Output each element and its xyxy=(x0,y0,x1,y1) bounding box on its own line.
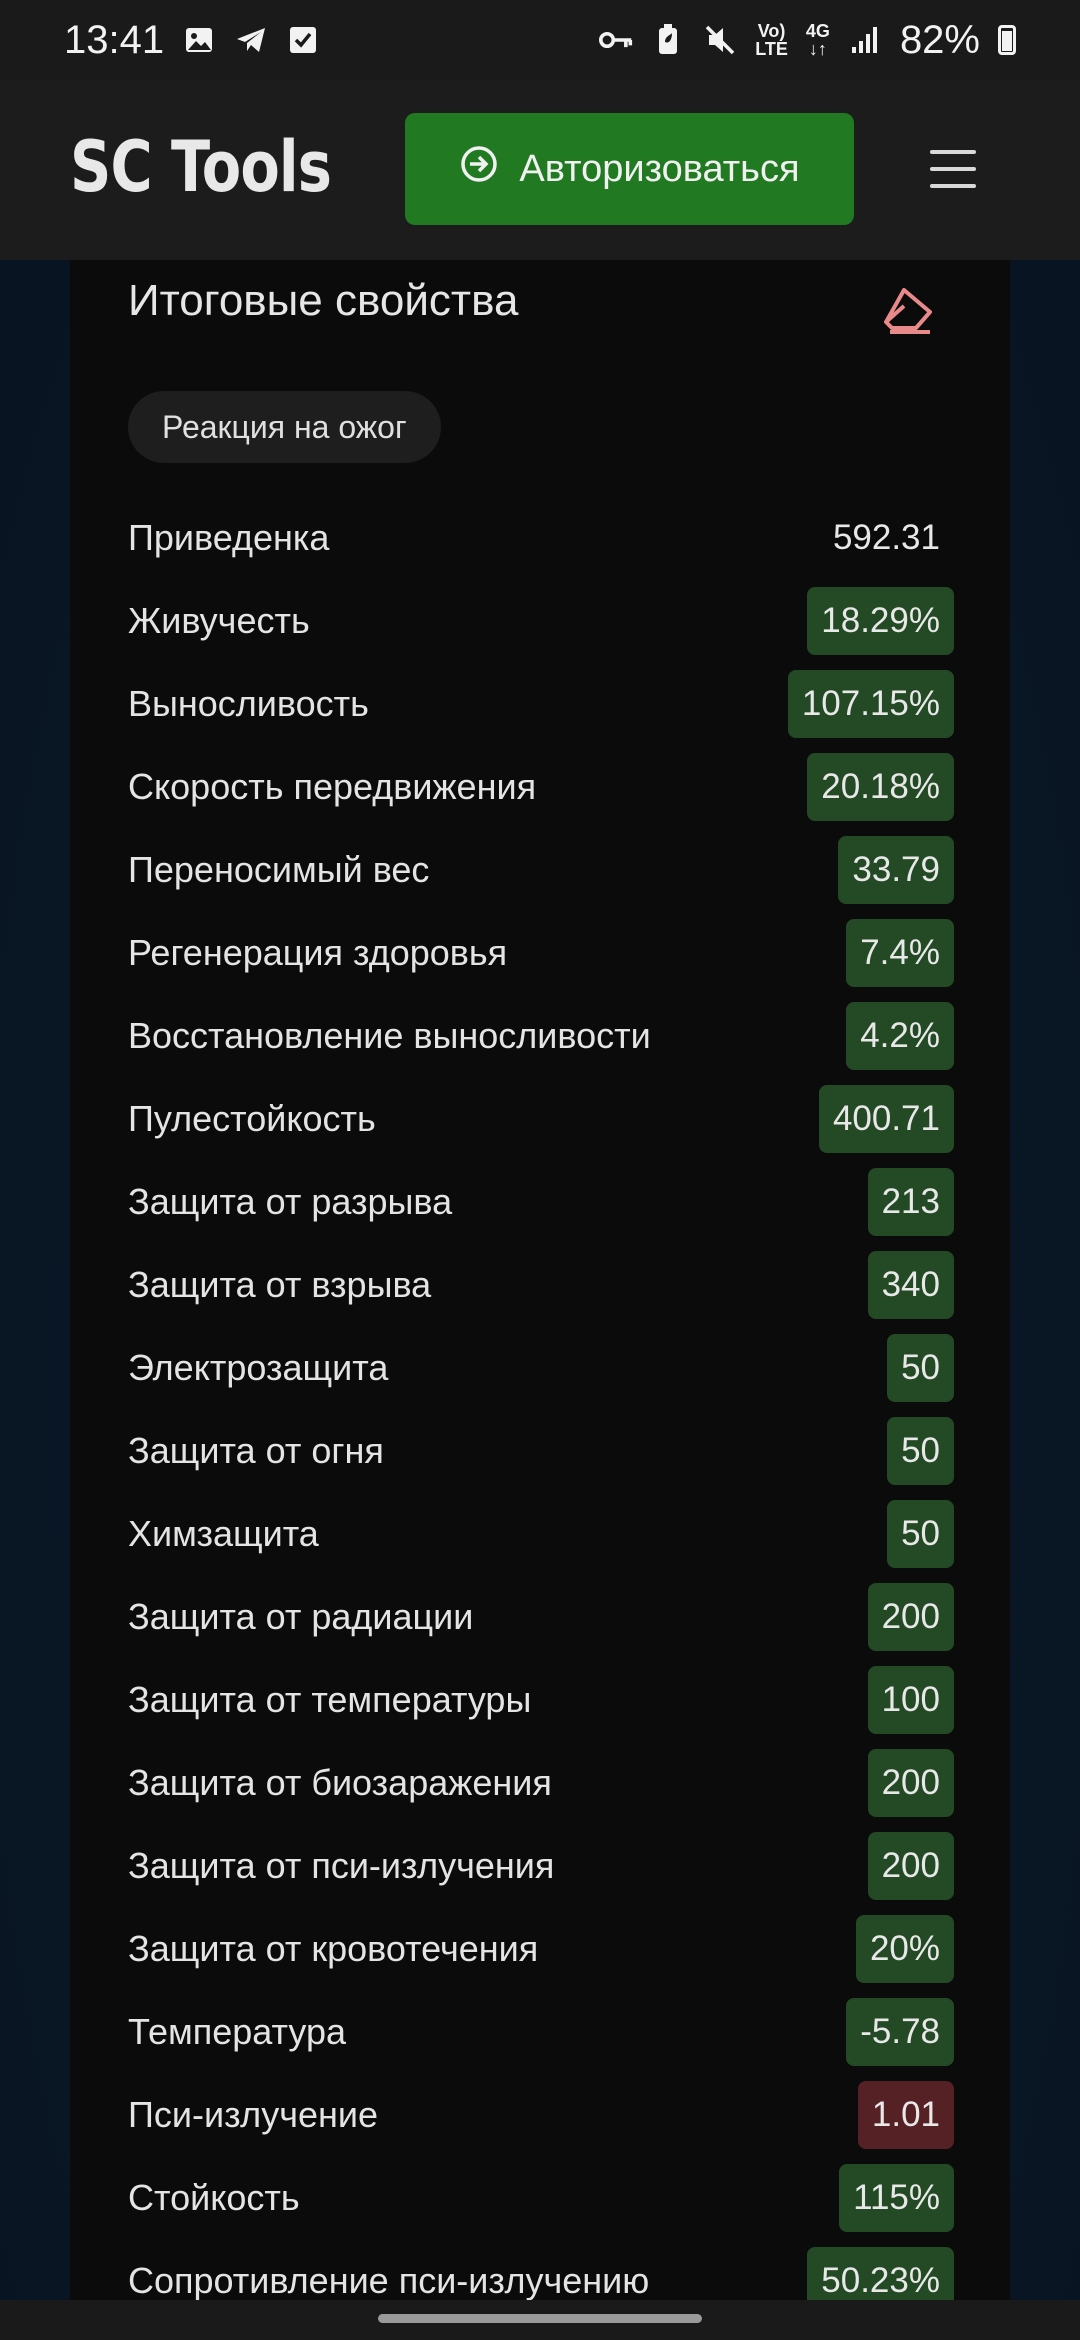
stat-row: Защита от температуры 100 xyxy=(128,1658,954,1741)
stat-label: Защита от взрыва xyxy=(128,1263,432,1305)
status-bar-right: Vo) LTE 4G ↓↑ 82% xyxy=(599,18,1016,63)
network-type-label: 4G xyxy=(805,21,830,41)
data-arrows-icon: ↓↑ xyxy=(808,39,827,59)
burn-reaction-chip[interactable]: Реакция на ожог xyxy=(128,391,441,463)
stat-row: Выносливость 107.15% xyxy=(128,662,954,745)
stat-row: Химзащита 50 xyxy=(128,1492,954,1575)
volte-bottom: LTE xyxy=(755,39,788,59)
stat-value: 400.71 xyxy=(818,1084,954,1153)
volte-indicator: Vo) LTE xyxy=(755,22,788,58)
stat-label: Выносливость xyxy=(128,682,369,724)
volte-top: Vo) xyxy=(757,21,786,41)
stat-value: 200 xyxy=(867,1748,954,1817)
stat-label: Живучесть xyxy=(128,599,310,641)
stat-row: Стойкость 115% xyxy=(128,2156,954,2239)
checkbox-notification-icon xyxy=(286,23,320,57)
stat-row: Пси-излучение 1.01 xyxy=(128,2073,954,2156)
stat-label: Восстановление выносливости xyxy=(128,1014,651,1056)
stat-label: Скорость передвижения xyxy=(128,765,537,807)
stat-label: Защита от пси-излучения xyxy=(128,1844,555,1886)
clock: 13:41 xyxy=(64,17,165,62)
login-icon xyxy=(459,144,499,194)
stat-value: 20% xyxy=(855,1914,954,1983)
menu-icon[interactable] xyxy=(930,150,976,188)
stat-row: Приведенка 592.31 xyxy=(128,496,954,579)
stat-value: 1.01 xyxy=(857,2080,954,2149)
stat-label: Пси-излучение xyxy=(128,2093,378,2135)
stat-value: 107.15% xyxy=(787,669,954,738)
navigation-bar xyxy=(0,2300,1080,2340)
summary-panel: Итоговые свойства Реакция на ожог Привед… xyxy=(70,260,1010,2315)
stat-value: 7.4% xyxy=(846,918,954,987)
stat-label: Защита от биозаражения xyxy=(128,1761,552,1803)
stat-row: Восстановление выносливости 4.2% xyxy=(128,994,954,1077)
stat-row: Защита от пси-излучения 200 xyxy=(128,1824,954,1907)
key-icon xyxy=(599,23,633,57)
stat-row: Защита от кровотечения 20% xyxy=(128,1907,954,1990)
network-type: 4G ↓↑ xyxy=(806,22,830,58)
login-button-label: Авторизоваться xyxy=(519,147,800,190)
stat-label: Защита от огня xyxy=(128,1429,384,1471)
status-bar: 13:41 Vo) LTE 4G ↓↑ 82% xyxy=(0,0,1080,80)
stat-row: Переносимый вес 33.79 xyxy=(128,828,954,911)
stat-value: 33.79 xyxy=(838,835,954,904)
stat-label: Защита от температуры xyxy=(128,1678,532,1720)
stat-value: 50 xyxy=(887,1499,954,1568)
stat-row: Пулестойкость 400.71 xyxy=(128,1077,954,1160)
logo[interactable]: SC Tools xyxy=(70,126,332,208)
stat-label: Приведенка xyxy=(128,516,330,558)
stat-label: Защита от разрыва xyxy=(128,1180,453,1222)
stat-row: Регенерация здоровья 7.4% xyxy=(128,911,954,994)
status-bar-left: 13:41 xyxy=(64,18,320,63)
stat-value: -5.78 xyxy=(846,1997,954,2066)
stat-label: Переносимый вес xyxy=(128,848,430,890)
battery-percent: 82% xyxy=(899,17,980,62)
stat-value: 20.18% xyxy=(807,752,954,821)
stat-row: Защита от биозаражения 200 xyxy=(128,1741,954,1824)
stat-label: Химзащита xyxy=(128,1512,319,1554)
stat-value: 115% xyxy=(839,2163,954,2232)
panel-title: Итоговые свойства xyxy=(128,276,519,325)
stat-value: 18.29% xyxy=(807,586,954,655)
stat-row: Защита от взрыва 340 xyxy=(128,1243,954,1326)
stat-label: Регенерация здоровья xyxy=(128,931,508,973)
stat-value: 100 xyxy=(867,1665,954,1734)
telegram-icon xyxy=(234,23,268,57)
eraser-icon[interactable] xyxy=(880,280,940,340)
stat-label: Температура xyxy=(128,2010,347,2052)
stat-row: Защита от разрыва 213 xyxy=(128,1160,954,1243)
stat-value: 592.31 xyxy=(832,517,940,557)
signal-icon xyxy=(848,23,882,57)
gallery-icon xyxy=(182,23,216,57)
stat-label: Защита от кровотечения xyxy=(128,1927,539,1969)
stat-value: 50 xyxy=(887,1416,954,1485)
stat-value: 340 xyxy=(867,1250,954,1319)
home-gesture-handle[interactable] xyxy=(378,2314,702,2323)
stat-row: Защита от радиации 200 xyxy=(128,1575,954,1658)
stat-label: Стойкость xyxy=(128,2176,300,2218)
stat-value: 200 xyxy=(867,1582,954,1651)
stat-row: Температура -5.78 xyxy=(128,1990,954,2073)
stat-row: Электрозащита 50 xyxy=(128,1326,954,1409)
battery-icon xyxy=(998,25,1016,55)
stat-label: Электрозащита xyxy=(128,1346,389,1388)
stat-value: 213 xyxy=(867,1167,954,1236)
mute-icon xyxy=(703,23,737,57)
app-header: SC Tools Авторизоваться xyxy=(0,80,1080,260)
stat-label: Сопротивление пси-излучению xyxy=(128,2259,650,2301)
stat-row: Защита от огня 50 xyxy=(128,1409,954,1492)
stat-label: Пулестойкость xyxy=(128,1097,376,1139)
stat-value: 50 xyxy=(887,1333,954,1402)
stat-label: Защита от радиации xyxy=(128,1595,474,1637)
login-button[interactable]: Авторизоваться xyxy=(405,113,854,225)
stat-row: Живучесть 18.29% xyxy=(128,579,954,662)
stat-value: 200 xyxy=(867,1831,954,1900)
stat-value: 4.2% xyxy=(846,1001,954,1070)
stat-row: Скорость передвижения 20.18% xyxy=(128,745,954,828)
battery-saver-icon xyxy=(651,23,685,57)
stats-list: Приведенка 592.31 Живучесть 18.29% Выносливо… xyxy=(128,496,954,2322)
